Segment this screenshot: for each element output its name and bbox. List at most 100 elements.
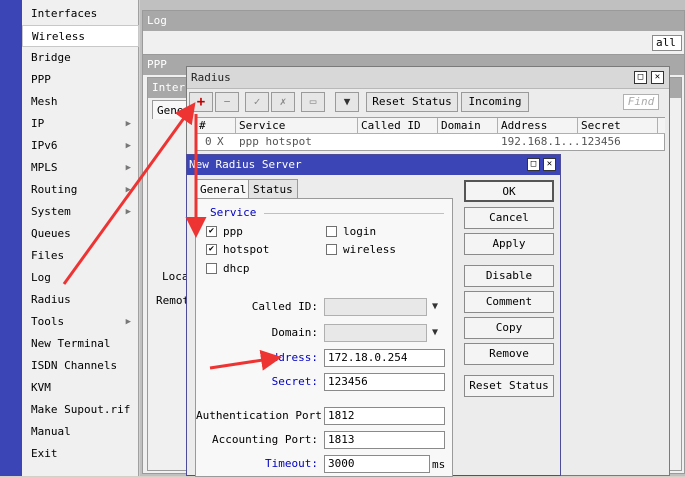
wireless-checkbox[interactable]	[326, 244, 337, 255]
menu-item-label: Queues	[31, 227, 71, 240]
menu-item-label: Interfaces	[31, 7, 98, 20]
add-icon[interactable]: +	[189, 92, 213, 112]
login-label: login	[343, 225, 377, 238]
dialog-title: New Radius Server	[187, 155, 560, 175]
column-header[interactable]: Called ID	[358, 118, 438, 134]
comment-button[interactable]: Comment	[464, 291, 554, 313]
menu-item-label: New Terminal	[31, 337, 111, 350]
maximize-icon[interactable]: □	[634, 71, 647, 84]
remove-button[interactable]: Remove	[464, 343, 554, 365]
tab-general[interactable]: General	[195, 179, 252, 198]
menu-item-label: Routing	[31, 183, 78, 196]
menu-item-new-terminal[interactable]: New Terminal	[22, 333, 139, 355]
menu-item-label: Wireless	[32, 30, 85, 43]
menu-item-mpls[interactable]: MPLS ▶	[22, 157, 139, 179]
submenu-arrow-icon: ▶	[125, 119, 131, 129]
address-label: Address:	[265, 351, 318, 364]
menu-item-kvm[interactable]: KVM	[22, 377, 139, 399]
local-address-label: Loca	[162, 270, 189, 283]
menu-item-tools[interactable]: Tools ▶	[22, 311, 139, 333]
enable-icon[interactable]: ✓	[245, 92, 269, 112]
called-id-field[interactable]	[324, 298, 427, 316]
menu-item-ppp[interactable]: PPP	[22, 69, 139, 91]
chevron-down-icon[interactable]: ▼	[432, 302, 446, 312]
apply-button[interactable]: Apply	[464, 233, 554, 255]
login-checkbox[interactable]	[326, 226, 337, 237]
menu-item-log[interactable]: Log	[22, 267, 139, 289]
menu-item-ip[interactable]: IP ▶	[22, 113, 139, 135]
menu-item-manual[interactable]: Manual	[22, 421, 139, 443]
main-menu: Interfaces Wireless Bridge PPP Mesh IP ▶ IPv6 ▶ M…	[22, 0, 139, 476]
menu-item-ipv6[interactable]: IPv6 ▶	[22, 135, 139, 157]
maximize-icon[interactable]: □	[527, 158, 540, 171]
secret-label: Secret:	[271, 375, 318, 388]
reset-status-button[interactable]: Reset Status	[366, 92, 458, 112]
menu-item-routing[interactable]: Routing ▶	[22, 179, 139, 201]
row-number: 0	[205, 135, 212, 148]
copy-button[interactable]: Copy	[464, 317, 554, 339]
row-domain	[438, 134, 441, 150]
column-header[interactable]: #	[196, 118, 236, 134]
column-header[interactable]: Service	[236, 118, 358, 134]
cancel-button[interactable]: Cancel	[464, 207, 554, 229]
menu-item-files[interactable]: Files	[22, 245, 139, 267]
menu-item-wireless[interactable]: Wireless	[22, 25, 139, 47]
menu-item-label: MPLS	[31, 161, 58, 174]
column-header[interactable]: Secret	[578, 118, 658, 134]
column-menu-icon[interactable]	[658, 118, 665, 134]
log-window-title: Log	[143, 11, 684, 31]
incoming-button[interactable]: Incoming	[461, 92, 529, 112]
ppp-checkbox[interactable]: ✔	[206, 226, 217, 237]
close-icon[interactable]: ✕	[543, 158, 556, 171]
new-radius-server-dialog: New Radius Server □ ✕ General Status Ser…	[186, 154, 561, 477]
submenu-arrow-icon: ▶	[125, 185, 131, 195]
chevron-down-icon[interactable]: ▼	[432, 328, 446, 338]
menu-item-bridge[interactable]: Bridge	[22, 47, 139, 69]
menu-item-mesh[interactable]: Mesh	[22, 91, 139, 113]
menu-item-label: IP	[31, 117, 45, 130]
called-id-label: Called ID:	[251, 300, 318, 313]
disable-button[interactable]: Disable	[464, 265, 554, 287]
menu-item-label: IPv6	[31, 139, 58, 152]
menu-item-label: KVM	[31, 381, 51, 394]
column-header[interactable]: Domain	[438, 118, 498, 134]
wireless-label: wireless	[343, 243, 396, 256]
log-filter-select[interactable]: all	[652, 35, 682, 51]
menu-item-label: Tools	[31, 315, 65, 328]
menu-item-label: Log	[31, 271, 51, 284]
radius-window-title: Radius	[187, 67, 669, 89]
menu-item-label: Manual	[31, 425, 71, 438]
tab-status[interactable]: Status	[248, 179, 298, 198]
find-input[interactable]: Find	[623, 94, 659, 110]
comment-icon[interactable]: ▭	[301, 92, 325, 112]
disable-icon[interactable]: ✗	[271, 92, 295, 112]
close-icon[interactable]: ✕	[651, 71, 664, 84]
menu-item-make-supout-rif[interactable]: Make Supout.rif	[22, 399, 139, 421]
submenu-arrow-icon: ▶	[125, 207, 131, 217]
row-address: 192.168.1...	[501, 135, 581, 148]
secret-field[interactable]: 123456	[324, 373, 445, 391]
address-field[interactable]: 172.18.0.254	[324, 349, 445, 367]
domain-field[interactable]	[324, 324, 427, 342]
left-strip	[0, 0, 22, 476]
column-header[interactable]: Address	[498, 118, 578, 134]
submenu-arrow-icon: ▶	[125, 141, 131, 151]
menu-item-interfaces[interactable]: Interfaces	[22, 3, 139, 25]
reset-status-button[interactable]: Reset Status	[464, 375, 554, 397]
hotspot-checkbox[interactable]: ✔	[206, 244, 217, 255]
filter-icon[interactable]: ▼	[335, 92, 359, 112]
menu-item-label: Mesh	[31, 95, 58, 108]
acct-port-field[interactable]: 1813	[324, 431, 445, 449]
submenu-arrow-icon: ▶	[125, 163, 131, 173]
menu-item-radius[interactable]: Radius	[22, 289, 139, 311]
auth-port-field[interactable]: 1812	[324, 407, 445, 425]
remove-icon[interactable]: −	[215, 92, 239, 112]
menu-item-label: Make Supout.rif	[31, 403, 131, 416]
ok-button[interactable]: OK	[464, 180, 554, 202]
menu-item-system[interactable]: System ▶	[22, 201, 139, 223]
menu-item-isdn-channels[interactable]: ISDN Channels	[22, 355, 139, 377]
menu-item-exit[interactable]: Exit	[22, 443, 139, 465]
dhcp-checkbox[interactable]	[206, 263, 217, 274]
menu-item-queues[interactable]: Queues	[22, 223, 139, 245]
timeout-field[interactable]: 3000	[324, 455, 430, 473]
